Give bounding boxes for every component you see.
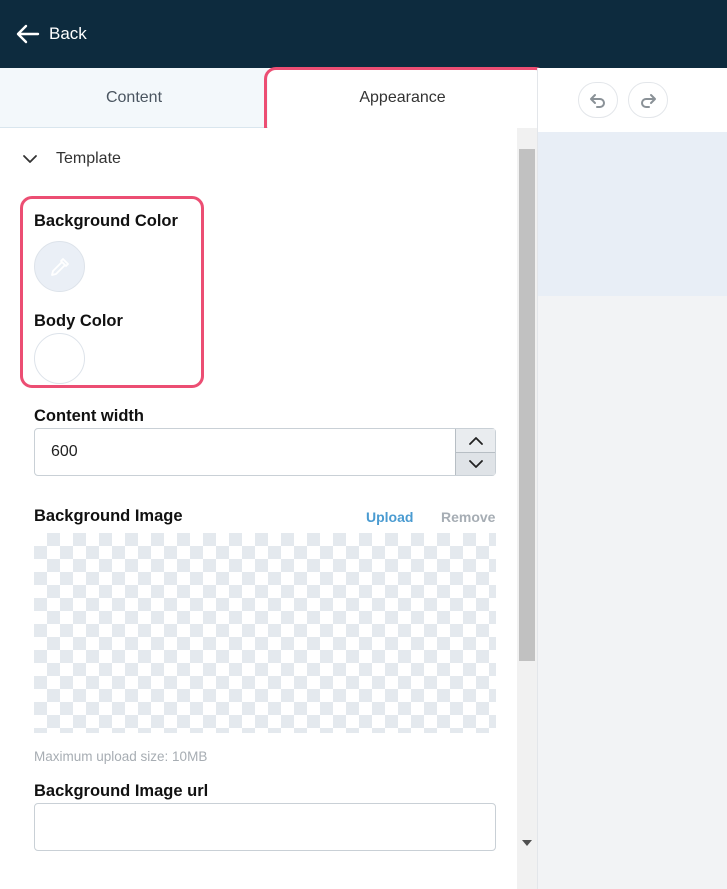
panel-scrollbar[interactable] xyxy=(517,128,537,889)
content-width-value: 600 xyxy=(51,443,78,460)
eyedropper-icon xyxy=(50,257,69,276)
preview-canvas xyxy=(538,132,727,296)
top-bar: Back xyxy=(0,0,727,68)
section-title: Template xyxy=(56,150,121,167)
upload-link[interactable]: Upload xyxy=(366,509,413,525)
chevron-up-icon xyxy=(468,437,483,445)
background-image-label: Background Image xyxy=(34,507,183,525)
decrement-button[interactable] xyxy=(456,452,495,475)
background-color-swatch[interactable] xyxy=(34,241,85,292)
scroll-down-arrow-icon[interactable] xyxy=(522,840,532,846)
content-width-input[interactable]: 600 xyxy=(34,428,496,476)
preview-toolbar xyxy=(538,68,727,132)
redo-icon xyxy=(641,94,656,108)
background-image-url-input[interactable] xyxy=(34,803,496,851)
preview-area xyxy=(537,68,727,889)
background-image-dropzone[interactable] xyxy=(34,533,496,733)
undo-icon xyxy=(590,94,605,108)
arrow-left-icon xyxy=(16,24,40,44)
body-color-swatch[interactable] xyxy=(34,333,85,384)
remove-link[interactable]: Remove xyxy=(441,509,495,525)
redo-button[interactable] xyxy=(628,82,668,118)
body-color-label: Body Color xyxy=(34,312,123,330)
back-button[interactable]: Back xyxy=(16,24,87,44)
increment-button[interactable] xyxy=(456,429,495,452)
content-width-stepper xyxy=(455,429,495,475)
tab-content[interactable]: Content xyxy=(0,68,268,128)
tab-appearance[interactable]: Appearance xyxy=(268,68,537,128)
background-color-label: Background Color xyxy=(34,212,178,230)
settings-panel: Template Background Color Body Color Con… xyxy=(0,128,517,889)
chevron-down-icon xyxy=(468,459,483,468)
section-template-toggle[interactable]: Template xyxy=(22,150,121,168)
content-width-label: Content width xyxy=(34,407,144,425)
undo-button[interactable] xyxy=(578,82,618,118)
chevron-down-icon xyxy=(23,155,37,163)
tab-bar: Content Appearance xyxy=(0,68,537,128)
scrollbar-thumb[interactable] xyxy=(519,149,535,661)
back-label: Back xyxy=(49,24,87,43)
background-image-url-label: Background Image url xyxy=(34,782,209,800)
upload-size-hint: Maximum upload size: 10MB xyxy=(34,749,208,764)
